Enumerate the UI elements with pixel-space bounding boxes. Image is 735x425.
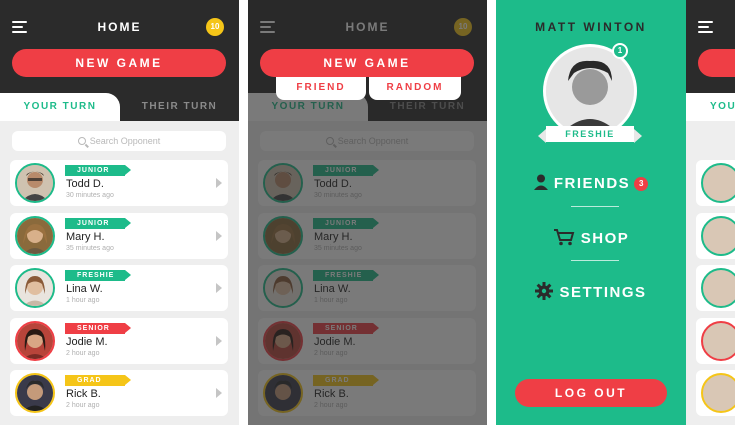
list-item[interactable] [696,160,735,206]
menu-label: SHOP [580,229,630,247]
chevron-right-icon [216,336,222,346]
avatar [15,321,55,361]
divider [571,260,619,261]
level-badge: 1 [612,43,628,59]
opponent-name: Rick B. [66,388,101,400]
page-title: HOME [97,20,142,34]
menu-item-shop[interactable]: SHOP [496,228,686,250]
gear-icon [535,282,554,304]
side-menu-screen: MATT WINTON 1 FRESHIE FRIENDS 3 SHOP SETT… [496,0,735,425]
chevron-right-icon [216,178,222,188]
top-bar [686,0,735,93]
divider [571,206,619,207]
list-item[interactable]: JUNIOR Mary H. 35 minutes ago [10,213,228,259]
top-bar: HOME 10 NEW GAME [0,0,239,93]
avatar [701,373,735,413]
menu-label: FRIENDS [553,174,631,192]
last-played-time: 2 hour ago [66,350,100,357]
new-game-screen: HOME 10 YOUR TURN THEIR TURN Search Oppo… [248,0,487,425]
list-item[interactable] [696,318,735,364]
last-played-time: 2 hour ago [66,402,100,409]
friend-button[interactable]: FRIEND [276,76,366,100]
avatar [15,268,55,308]
cart-icon [553,228,575,250]
new-game-button[interactable]: NEW GAME [12,49,226,77]
logout-button[interactable]: LOG OUT [515,379,667,407]
tab-your-turn[interactable]: YOU [686,93,735,121]
rank-badge: JUNIOR [65,218,131,229]
list-item[interactable] [696,213,735,259]
rank-ribbon: FRESHIE [538,126,642,143]
last-played-time: 35 minutes ago [66,245,114,252]
coin-icon[interactable]: 10 [206,18,224,36]
opponent-name: Jodie M. [66,336,108,348]
list-item[interactable]: SENIOR Jodie M. 2 hour ago [10,318,228,364]
avatar [701,216,735,256]
new-game-button[interactable] [698,49,735,77]
avatar [701,321,735,361]
list-item[interactable]: GRAD Rick B. 2 hour ago [10,370,228,416]
list-item[interactable] [696,370,735,416]
rank-badge: JUNIOR [65,165,131,176]
menu-label: SETTINGS [559,283,647,301]
last-played-time: 1 hour ago [66,297,100,304]
menu-icon[interactable] [698,21,713,33]
last-played-time: 30 minutes ago [66,192,114,199]
opponent-name: Mary H. [66,231,105,243]
list-item[interactable] [696,265,735,311]
user-name: MATT WINTON [535,20,647,34]
list-item[interactable]: JUNIOR Todd D. 30 minutes ago [10,160,228,206]
menu-item-settings[interactable]: SETTINGS [496,282,686,304]
rank-badge: SENIOR [65,323,131,334]
turn-tabs: YOUR TURN THEIR TURN [0,93,239,121]
avatar [15,373,55,413]
tab-your-turn[interactable]: YOUR TURN [0,93,120,121]
rank-badge: FRESHIE [65,270,131,281]
new-game-button[interactable]: NEW GAME [260,49,474,77]
opponent-name: Todd D. [66,178,104,190]
avatar [701,163,735,203]
chevron-right-icon [216,231,222,241]
avatar [15,216,55,256]
avatar [15,163,55,203]
person-icon [533,174,548,194]
chevron-right-icon [216,388,222,398]
chevron-right-icon [216,283,222,293]
search-placeholder: Search Opponent [89,136,161,146]
random-button[interactable]: RANDOM [369,76,461,100]
list-item[interactable]: FRESHIE Lina W. 1 hour ago [10,265,228,311]
avatar [701,268,735,308]
friends-count-badge: 3 [634,177,649,191]
menu-item-friends[interactable]: FRIENDS 3 [496,174,686,194]
search-icon [77,137,86,145]
rank-badge: GRAD [65,375,131,386]
home-screen: HOME 10 NEW GAME YOUR TURN THEIR TURN Se… [0,0,239,425]
search-input[interactable]: Search Opponent [12,131,226,151]
tab-their-turn[interactable]: THEIR TURN [120,93,239,121]
home-screen-peek[interactable]: YOU [686,0,735,425]
opponent-name: Lina W. [66,283,103,295]
